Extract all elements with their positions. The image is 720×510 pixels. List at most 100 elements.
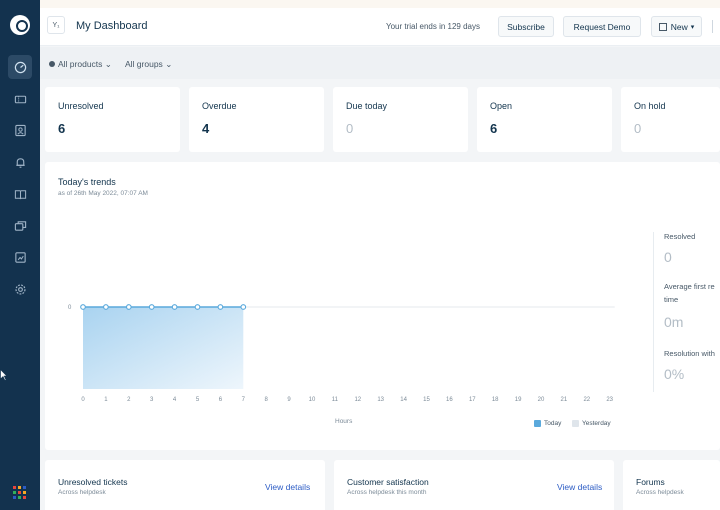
forums-icon[interactable] — [8, 214, 32, 238]
legend-today[interactable]: Today — [534, 420, 561, 427]
stat-value-first-response: 0m — [664, 314, 684, 330]
chevron-down-icon: ⌄ — [165, 59, 173, 69]
x-tick-label: 12 — [354, 397, 361, 403]
app-switcher-icon[interactable] — [13, 486, 26, 499]
metric-card-open[interactable]: Open 6 — [477, 87, 612, 152]
x-tick-label: 19 — [515, 397, 522, 403]
alerts-icon[interactable] — [8, 150, 32, 174]
metric-card-due-today[interactable]: Due today 0 — [333, 87, 468, 152]
app-grid-dot — [18, 491, 21, 494]
x-tick-label: 14 — [400, 397, 407, 403]
mouse-cursor-icon — [0, 369, 7, 381]
y-tick-label: 0 — [68, 305, 72, 311]
app-grid-dot — [18, 486, 21, 489]
trend-chart: 00 1 2 3 4 5 6 7 8 9 10 11 12 13 14 15 16 17 18 19 20 21 22 23 — [68, 304, 615, 403]
metric-label: Open — [490, 101, 513, 111]
headset-logo-icon[interactable] — [10, 15, 30, 35]
app-grid-dot — [13, 491, 16, 494]
card-subtitle: Across helpdesk — [636, 489, 684, 496]
x-tick-label: 6 — [219, 397, 223, 403]
x-tick-label: 4 — [173, 397, 177, 403]
page-title: My Dashboard — [76, 20, 148, 32]
x-tick-label: 22 — [583, 397, 590, 403]
products-icon — [49, 61, 55, 67]
sidebar — [0, 0, 40, 510]
trends-title: Today's trends — [58, 177, 116, 187]
app-grid-dot — [23, 496, 26, 499]
chevron-down-icon: ▾ — [690, 23, 695, 31]
x-tick-label: 16 — [446, 397, 453, 403]
card-title: Customer satisfaction — [347, 477, 429, 487]
request-demo-button[interactable]: Request Demo — [563, 16, 641, 37]
dashboard-icon[interactable] — [8, 55, 32, 79]
products-filter-label: All products — [58, 59, 103, 69]
app-grid-dot — [13, 486, 16, 489]
view-details-link[interactable]: View details — [265, 482, 310, 492]
today-data-point — [171, 304, 178, 310]
toolbar-divider — [712, 20, 713, 33]
trends-timestamp: as of 26th May 2022, 07:07 AM — [58, 190, 148, 197]
groups-filter[interactable]: All groups ⌄ — [125, 59, 172, 70]
x-tick-label: 15 — [423, 397, 430, 403]
settings-icon[interactable] — [8, 277, 32, 301]
groups-filter-label: All groups — [125, 59, 163, 69]
contacts-icon[interactable] — [8, 118, 32, 142]
today-data-point — [125, 304, 132, 310]
x-tick-label: 18 — [492, 397, 499, 403]
x-tick-label: 9 — [287, 397, 291, 403]
todays-trends-panel: Today's trends as of 26th May 2022, 07:0… — [45, 162, 720, 450]
today-data-point — [217, 304, 224, 310]
legend-label: Today — [544, 420, 562, 427]
solutions-icon[interactable] — [8, 182, 32, 206]
card-subtitle: Across helpdesk this month — [347, 489, 427, 496]
metric-value: 6 — [58, 121, 66, 136]
x-tick-label: 20 — [538, 397, 545, 403]
stats-divider — [653, 232, 654, 392]
x-tick-label: 5 — [196, 397, 200, 403]
metric-card-overdue[interactable]: Overdue 4 — [189, 87, 324, 152]
card-title: Unresolved tickets — [58, 477, 128, 487]
trial-notice: Your trial ends in 129 days — [386, 22, 480, 31]
forums-card: Forums Across helpdesk — [623, 460, 720, 510]
x-tick-label: 17 — [469, 397, 476, 403]
today-area-fill — [83, 307, 244, 389]
legend-yesterday[interactable]: Yesterday — [572, 420, 611, 427]
unresolved-tickets-card: Unresolved tickets Across helpdesk View … — [45, 460, 325, 510]
app-grid-dot — [13, 496, 16, 499]
legend-swatch — [572, 420, 579, 427]
legend-swatch — [534, 420, 541, 427]
metric-value: 4 — [202, 121, 210, 136]
stat-label-resolved: Resolved — [664, 232, 696, 241]
legend-label: Yesterday — [582, 420, 611, 427]
stat-label-first-response: Average first re time — [664, 282, 715, 304]
x-tick-label: 13 — [377, 397, 384, 403]
stat-value-resolution-sla: 0% — [664, 366, 685, 382]
app-grid-dot — [18, 496, 21, 499]
products-filter[interactable]: All products ⌄ — [49, 59, 112, 70]
x-tick-label: 23 — [606, 397, 613, 403]
metric-label: Due today — [346, 101, 388, 111]
metric-value: 6 — [490, 121, 498, 136]
x-tick-label: 8 — [265, 397, 269, 403]
today-data-point — [194, 304, 201, 310]
page-type-icon: Y₁ — [47, 16, 65, 34]
card-subtitle: Across helpdesk — [58, 489, 106, 496]
metric-label: On hold — [634, 101, 666, 111]
app-grid-dot — [23, 491, 26, 494]
today-data-point — [103, 304, 109, 310]
stat-value-resolved: 0 — [664, 249, 672, 265]
x-tick-label: 11 — [332, 397, 339, 403]
metric-card-unresolved[interactable]: Unresolved 6 — [45, 87, 180, 152]
app-grid-dot — [23, 486, 26, 489]
x-tick-label: 10 — [309, 397, 316, 403]
view-details-link[interactable]: View details — [557, 482, 602, 492]
x-tick-label: 0 — [81, 397, 85, 403]
customer-satisfaction-card: Customer satisfaction Across helpdesk th… — [334, 460, 614, 510]
x-tick-label: 7 — [242, 397, 246, 403]
reports-icon[interactable] — [8, 245, 32, 269]
x-tick-label: 21 — [561, 397, 568, 403]
subscribe-button[interactable]: Subscribe — [498, 16, 554, 37]
tickets-icon[interactable] — [8, 87, 32, 111]
new-button[interactable]: New ▾ — [651, 16, 702, 37]
metric-card-on-hold[interactable]: On hold 0 — [621, 87, 720, 152]
